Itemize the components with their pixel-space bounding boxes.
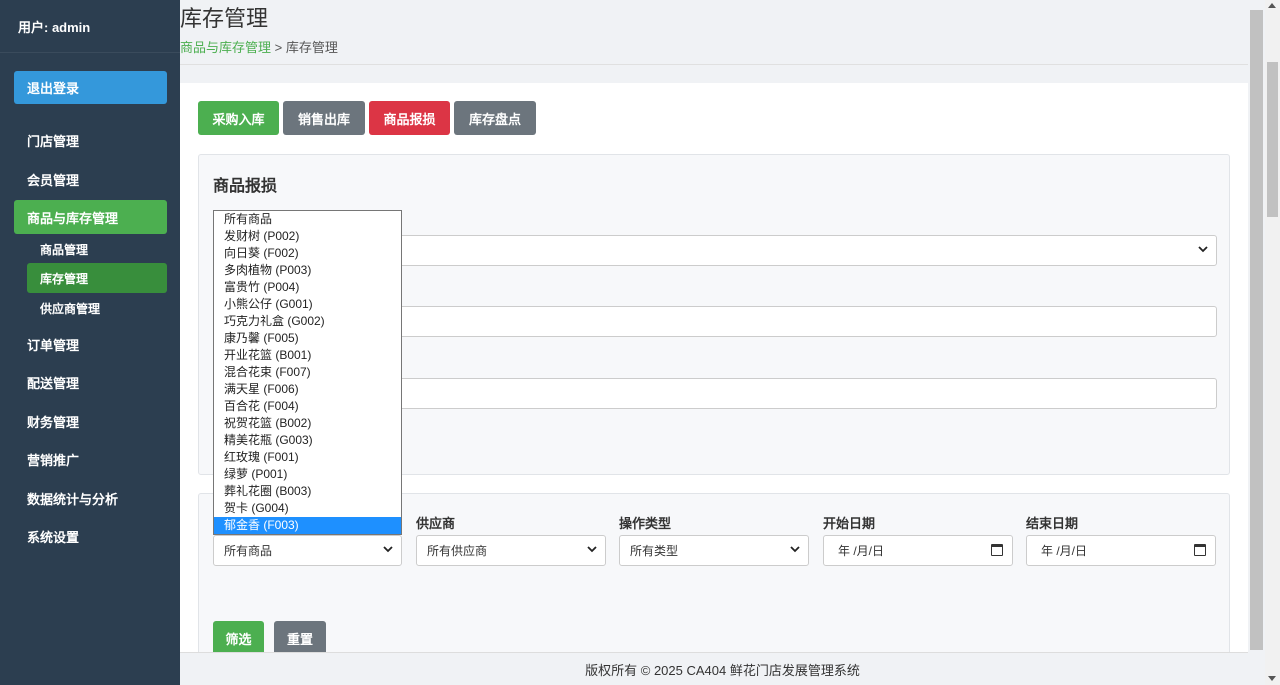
dropdown-option[interactable]: 康乃馨 (F005): [214, 330, 401, 347]
dropdown-option[interactable]: 所有商品: [214, 211, 401, 228]
dropdown-option[interactable]: 绿萝 (P001): [214, 466, 401, 483]
sidebar-subitem-suppliers[interactable]: 供应商管理: [27, 293, 167, 323]
calendar-icon[interactable]: [1194, 544, 1206, 556]
chevron-down-icon: [790, 546, 800, 553]
sidebar-item-marketing[interactable]: 营销推广: [14, 442, 167, 476]
product-dropdown-list[interactable]: 所有商品 发财树 (P002) 向日葵 (F002) 多肉植物 (P003) 富贵竹 (…: [213, 210, 402, 535]
scroll-down-arrow-icon[interactable]: [1268, 676, 1276, 681]
chevron-down-icon: [1198, 246, 1208, 253]
sidebar-subitem-products[interactable]: 商品管理: [27, 234, 167, 264]
start-date-input[interactable]: 年 /月/日: [823, 535, 1013, 566]
optype-filter-label: 操作类型: [619, 516, 672, 531]
sidebar: 用户: admin 退出登录 门店管理 会员管理 商品与库存管理 商品管理 库存…: [0, 0, 180, 685]
purchase-in-button[interactable]: 采购入库: [198, 101, 279, 135]
dropdown-option[interactable]: 精美花瓶 (G003): [214, 432, 401, 449]
chevron-down-icon: [587, 546, 597, 553]
dropdown-option[interactable]: 多肉植物 (P003): [214, 262, 401, 279]
dropdown-option[interactable]: 红玫瑰 (F001): [214, 449, 401, 466]
sales-out-button[interactable]: 销售出库: [283, 101, 365, 135]
dropdown-option[interactable]: 向日葵 (F002): [214, 245, 401, 262]
page-header: 库存管理 商品与库存管理 > 库存管理: [180, 0, 1248, 65]
dropdown-option[interactable]: 贺卡 (G004): [214, 500, 401, 517]
dropdown-option[interactable]: 百合花 (F004): [214, 398, 401, 415]
chevron-down-icon: [383, 546, 393, 553]
scroll-up-arrow-icon[interactable]: [1268, 3, 1276, 8]
copyright-text: 版权所有 © 2025 CA404 鲜花门店发展管理系统: [585, 662, 860, 678]
sidebar-item-delivery[interactable]: 配送管理: [14, 365, 167, 399]
panel-scrollbar[interactable]: [1248, 0, 1265, 685]
dropdown-option[interactable]: 郁金香 (F003): [214, 517, 401, 534]
breadcrumb-separator: >: [274, 40, 283, 55]
optype-filter-select[interactable]: 所有类型: [619, 535, 809, 566]
dropdown-option[interactable]: 富贵竹 (P004): [214, 279, 401, 296]
sidebar-item-orders[interactable]: 订单管理: [14, 327, 167, 361]
sidebar-item-members[interactable]: 会员管理: [14, 162, 167, 196]
breadcrumb-current: 库存管理: [285, 40, 338, 55]
supplier-filter-select[interactable]: 所有供应商: [416, 535, 606, 566]
sidebar-item-products-inventory[interactable]: 商品与库存管理: [14, 200, 167, 234]
dropdown-option[interactable]: 开业花篮 (B001): [214, 347, 401, 364]
end-date-label: 结束日期: [1026, 516, 1079, 531]
start-date-value: 年 /月/日: [838, 544, 885, 558]
sidebar-item-finance[interactable]: 财务管理: [14, 404, 167, 438]
sidebar-item-settings[interactable]: 系统设置: [14, 519, 167, 553]
optype-filter-value: 所有类型: [630, 544, 679, 558]
filter-button[interactable]: 筛选: [213, 621, 264, 655]
breadcrumb: 商品与库存管理 > 库存管理: [180, 37, 338, 56]
dropdown-option[interactable]: 葬礼花圈 (B003): [214, 483, 401, 500]
sidebar-subitem-inventory[interactable]: 库存管理: [27, 263, 167, 293]
page-title: 库存管理: [180, 6, 269, 31]
footer: 版权所有 © 2025 CA404 鲜花门店发展管理系统: [180, 652, 1265, 685]
stocktake-button[interactable]: 库存盘点: [454, 101, 536, 135]
start-date-label: 开始日期: [823, 516, 876, 531]
breadcrumb-link[interactable]: 商品与库存管理: [180, 40, 271, 55]
dropdown-option[interactable]: 巧克力礼盒 (G002): [214, 313, 401, 330]
end-date-value: 年 /月/日: [1041, 544, 1088, 558]
dropdown-option[interactable]: 发财树 (P002): [214, 228, 401, 245]
supplier-filter-label: 供应商: [416, 516, 456, 531]
report-loss-button[interactable]: 商品报损: [369, 101, 450, 135]
product-filter-value: 所有商品: [224, 544, 273, 558]
product-filter-select[interactable]: 所有商品: [213, 535, 402, 566]
end-date-input[interactable]: 年 /月/日: [1026, 535, 1216, 566]
dropdown-option[interactable]: 混合花束 (F007): [214, 364, 401, 381]
dropdown-option[interactable]: 祝贺花篮 (B002): [214, 415, 401, 432]
sidebar-item-analytics[interactable]: 数据统计与分析: [14, 481, 167, 515]
current-user: 用户: admin: [0, 0, 180, 53]
dropdown-option[interactable]: 满天星 (F006): [214, 381, 401, 398]
reset-button[interactable]: 重置: [274, 621, 326, 655]
loss-panel-title: 商品报损: [213, 178, 278, 195]
logout-button[interactable]: 退出登录: [14, 71, 167, 104]
page-scrollbar[interactable]: [1265, 0, 1280, 685]
supplier-filter-value: 所有供应商: [427, 544, 488, 558]
dropdown-option[interactable]: 小熊公仔 (G001): [214, 296, 401, 313]
panel-scrollbar-thumb[interactable]: [1250, 10, 1263, 650]
calendar-icon[interactable]: [991, 544, 1003, 556]
sidebar-item-stores[interactable]: 门店管理: [14, 123, 167, 157]
page-scrollbar-thumb[interactable]: [1267, 62, 1278, 217]
